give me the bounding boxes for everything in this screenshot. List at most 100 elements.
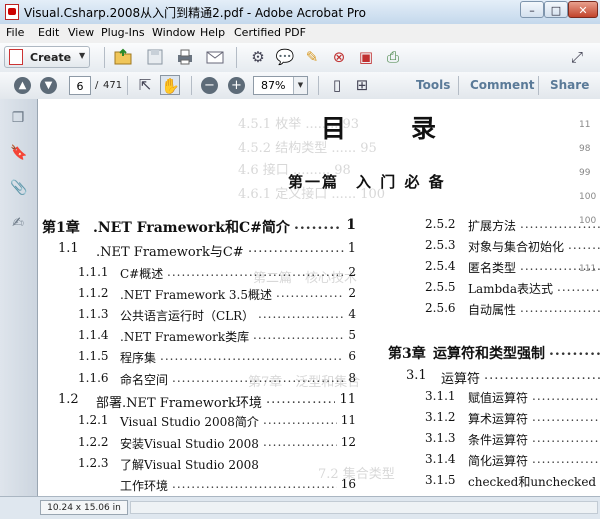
menu-help[interactable]: Help — [200, 26, 225, 39]
toolbar-divider — [458, 76, 459, 95]
select-cursor-icon[interactable]: ⇱ — [135, 75, 155, 95]
toc-dot-leader: ........................................ — [557, 280, 600, 294]
toc-entry: 3.1.4 简化运算符..............................… — [38, 452, 600, 472]
toc-entry-title: 运算符和类型强制 — [433, 346, 545, 362]
toc-entry-number: 2.5.4 — [425, 259, 456, 273]
toc-dot-leader: ........................................ — [484, 368, 600, 383]
toc-entry: 2.5.3 对象与集合初始化...........................… — [38, 238, 600, 258]
toc-entry: 2.5.6 自动属性...............................… — [38, 301, 600, 321]
gear-icon[interactable]: ⚙ — [248, 47, 268, 67]
certify-icon[interactable]: ▣ — [356, 47, 376, 67]
toc-entry-title: 条件运算符 — [468, 433, 529, 447]
toc-entry-number: 3.1 — [406, 368, 427, 383]
toolbar-divider — [236, 47, 237, 68]
page-total: 471 — [103, 80, 123, 91]
menu-edit[interactable]: Edit — [38, 26, 59, 39]
toc-entry-number: 3.1.4 — [425, 452, 456, 466]
review-icon[interactable]: ⎙ — [383, 47, 403, 67]
toc-entry-title: 算术运算符 — [468, 412, 529, 426]
toc-dot-leader: ........................................ — [532, 389, 600, 403]
zoom-in-icon[interactable]: + — [228, 77, 245, 94]
page-thumbnails-icon[interactable]: ❐ — [10, 109, 26, 127]
chevron-down-icon[interactable]: ▼ — [293, 77, 307, 94]
save-icon[interactable] — [145, 47, 165, 67]
toc-entry-title: Lambda表达式 — [468, 282, 554, 296]
toc-entry: 2.5.2 扩展方法...............................… — [38, 217, 600, 237]
attachments-icon[interactable]: 📎 — [10, 179, 27, 197]
signatures-icon[interactable]: ✍ — [10, 214, 26, 232]
minimize-button[interactable]: – — [520, 1, 544, 18]
menu-view[interactable]: View — [68, 26, 94, 39]
toolbar-divider — [538, 76, 539, 95]
toc-dot-leader: ........................................ — [520, 217, 600, 231]
fit-width-icon[interactable]: ⊞ — [352, 75, 372, 95]
bleed-through-text: 4.5.2 结构类型 ...... 95 — [238, 141, 377, 156]
toc-entry-number: 1.1.4 — [78, 328, 109, 342]
chevron-down-icon: ▼ — [79, 51, 86, 60]
page-separator: / — [95, 80, 99, 91]
email-icon[interactable] — [205, 47, 225, 67]
toc-heading-right: 录 — [411, 114, 437, 143]
secure-icon[interactable]: ⊗ — [329, 47, 349, 67]
print-icon[interactable] — [175, 47, 195, 67]
toc-entry-title: 自动属性 — [468, 303, 517, 317]
share-pane-link[interactable]: Share — [550, 78, 589, 92]
menu-certified-pdf[interactable]: Certified PDF — [234, 26, 306, 39]
toc-entry-number: 3.1.5 — [425, 473, 456, 487]
next-page-icon[interactable]: ▼ — [40, 77, 57, 94]
comment-icon[interactable]: 💬 — [275, 47, 295, 67]
create-button[interactable]: Create ▼ — [4, 46, 90, 68]
toc-heading-left: 目 — [321, 114, 347, 143]
toc-entry-title: 匿名类型 — [468, 261, 517, 275]
toc-entry: 3.1.3 条件运算符..............................… — [38, 431, 600, 451]
expand-icon[interactable]: ⤢ — [567, 47, 587, 67]
toc-entry-number: 3.1.3 — [425, 431, 456, 445]
comment-pane-link[interactable]: Comment — [470, 78, 534, 92]
toc-entry: 3.1 运算符..................................… — [38, 368, 600, 388]
sign-icon[interactable]: ✎ — [302, 47, 322, 67]
toc-entry: 3.1.1 赋值运算符..............................… — [38, 389, 600, 409]
horizontal-scrollbar[interactable] — [130, 501, 598, 514]
toolbar-divider — [104, 47, 105, 68]
maximize-button[interactable]: □ — [544, 1, 568, 18]
toc-entry-title: 扩展方法 — [468, 219, 517, 233]
navigation-panel: ❐ 🔖 📎 ✍ — [0, 99, 38, 496]
toc-entry: 3.1.2 算术运算符..............................… — [38, 410, 600, 430]
toc-dot-leader: ........................................ — [532, 410, 600, 424]
page-size-indicator: 10.24 x 15.06 in — [40, 500, 128, 515]
toc-entry-number: 2.5.6 — [425, 301, 456, 315]
tools-pane-link[interactable]: Tools — [416, 78, 450, 92]
menu-plug-ins[interactable]: Plug-Ins — [101, 26, 145, 39]
toc-dot-leader: ........................................ — [549, 343, 600, 359]
toc-entry-number: 第3章 — [388, 346, 426, 362]
toc-dot-leader: ........................................ — [532, 431, 600, 445]
document-page: 4.5.1 枚举 ........ 93 4.5.2 结构类型 ...... 9… — [38, 99, 600, 496]
toc-entry-page: 5 — [348, 328, 356, 342]
toc-dot-leader: ........................................ — [520, 259, 600, 273]
main-toolbar: Create ▼ ⚙ 💬 ✎ ⊗ ▣ ⎙ ⤢ — [0, 43, 600, 73]
close-button[interactable]: ✕ — [568, 1, 598, 18]
toolbar-divider — [318, 76, 319, 95]
menu-file[interactable]: File — [6, 26, 24, 39]
toc-entry-title: checked和unchecked — [468, 475, 597, 489]
fit-page-icon[interactable]: ▯ — [327, 75, 347, 95]
page-number-input[interactable]: 6 — [69, 76, 91, 95]
part-title: 第一篇 入 门 必 备 — [288, 173, 446, 191]
create-pdf-icon — [9, 49, 23, 65]
zoom-out-icon[interactable]: − — [201, 77, 218, 94]
toc-entry-title: 运算符 — [441, 372, 481, 387]
toc-entry-number: 2.5.5 — [425, 280, 456, 294]
toolbar-divider — [127, 76, 128, 95]
status-bar: 10.24 x 15.06 in — [0, 496, 600, 519]
previous-page-icon[interactable]: ▲ — [14, 77, 31, 94]
acrobat-app-icon — [5, 4, 19, 20]
create-label: Create — [30, 51, 72, 64]
toc-entry-title: 赋值运算符 — [468, 391, 529, 405]
toc-entry-title: 简化运算符 — [468, 454, 529, 468]
zoom-select[interactable]: 87% ▼ — [253, 76, 308, 95]
bookmarks-icon[interactable]: 🔖 — [10, 144, 27, 162]
open-folder-icon[interactable] — [113, 47, 133, 67]
toc-entry-number: 3.1.2 — [425, 410, 456, 424]
hand-tool-icon[interactable]: ✋ — [160, 75, 180, 95]
menu-window[interactable]: Window — [152, 26, 195, 39]
